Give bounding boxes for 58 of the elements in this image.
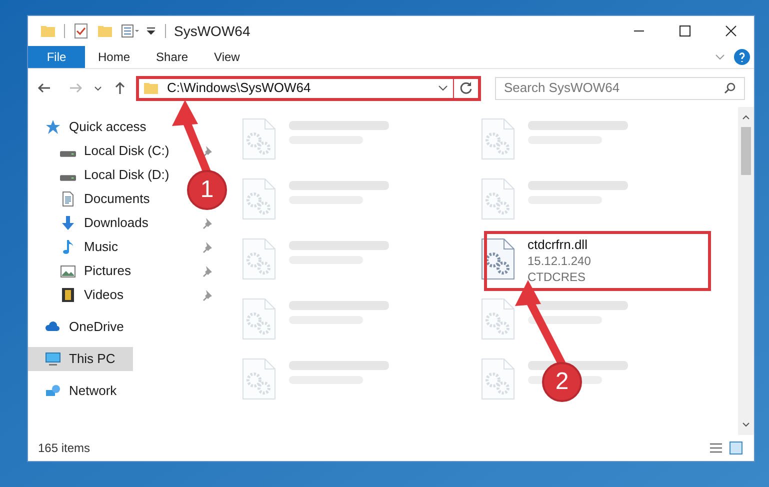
file-name: ctdcrfrn.dll	[528, 237, 588, 253]
sidebar-item[interactable]: Downloads	[28, 211, 156, 235]
document-icon	[60, 191, 76, 207]
sidebar-item[interactable]: Documents	[28, 187, 158, 211]
film-icon	[60, 287, 76, 303]
window-title: SysWOW64	[174, 22, 250, 41]
drive-icon	[60, 174, 76, 180]
dropdown-caret-icon[interactable]	[145, 25, 157, 37]
scrollbar[interactable]	[738, 107, 754, 435]
dll-file-icon	[480, 237, 516, 281]
scroll-thumb[interactable]	[741, 127, 751, 175]
folder-icon	[143, 80, 159, 96]
search-input[interactable]: Search SysWOW64	[504, 78, 724, 98]
sidebar-item[interactable]: Local Disk (D:)	[28, 163, 178, 187]
faded-file-icon	[480, 357, 516, 401]
sidebar-item[interactable]: Network	[28, 379, 125, 403]
address-bar[interactable]: C:\Windows\SysWOW64	[136, 76, 481, 100]
star-icon	[45, 119, 61, 135]
search-field[interactable]: Search SysWOW64	[495, 76, 745, 100]
picture-icon	[60, 263, 76, 279]
pin-icon[interactable]	[201, 217, 213, 229]
faded-file-icon	[241, 237, 277, 281]
file-detail: 15.12.1.240	[528, 253, 591, 269]
sidebar-item[interactable]: Quick access	[28, 115, 154, 139]
faded-file-icon	[480, 117, 516, 161]
help-icon[interactable]	[734, 49, 750, 65]
checklist-icon[interactable]	[73, 23, 89, 39]
sidebar-item[interactable]: Music	[28, 235, 126, 259]
faded-file-icon	[241, 357, 277, 401]
pin-icon[interactable]	[201, 289, 213, 301]
address-path: C:\Windows\SysWOW64	[167, 79, 311, 98]
search-icon[interactable]	[724, 82, 736, 94]
file-tab[interactable]: File	[28, 46, 85, 68]
download-arrow-icon	[60, 215, 76, 231]
refresh-icon[interactable]	[458, 80, 474, 96]
faded-file-icon	[241, 177, 277, 221]
sidebar-item[interactable]: This PC	[28, 347, 133, 371]
sidebar-item[interactable]: Pictures	[28, 259, 139, 283]
faded-file-icon	[241, 117, 277, 161]
network-icon	[45, 383, 61, 399]
faded-file-icon	[480, 297, 516, 341]
tiles-view-icon[interactable]	[728, 440, 744, 456]
pin-icon[interactable]	[201, 265, 213, 277]
faded-file-icon	[241, 297, 277, 341]
monitor-icon	[45, 351, 61, 367]
file-detail: CTDCRES	[528, 269, 587, 285]
ribbon-tab[interactable]: Home	[85, 46, 144, 68]
sidebar-item[interactable]: OneDrive	[28, 315, 132, 339]
folder-icon	[40, 23, 56, 39]
sidebar-item[interactable]: Videos	[28, 283, 132, 307]
ribbon-tab[interactable]: View	[201, 46, 253, 68]
ribbon-tab[interactable]: Share	[143, 46, 202, 68]
faded-file-icon	[480, 177, 516, 221]
drive-icon	[60, 150, 76, 156]
properties-icon[interactable]	[121, 23, 141, 39]
item-count: 165 items	[38, 440, 90, 457]
sidebar-item[interactable]: Local Disk (C:)	[28, 139, 178, 163]
pin-icon[interactable]	[201, 241, 213, 253]
